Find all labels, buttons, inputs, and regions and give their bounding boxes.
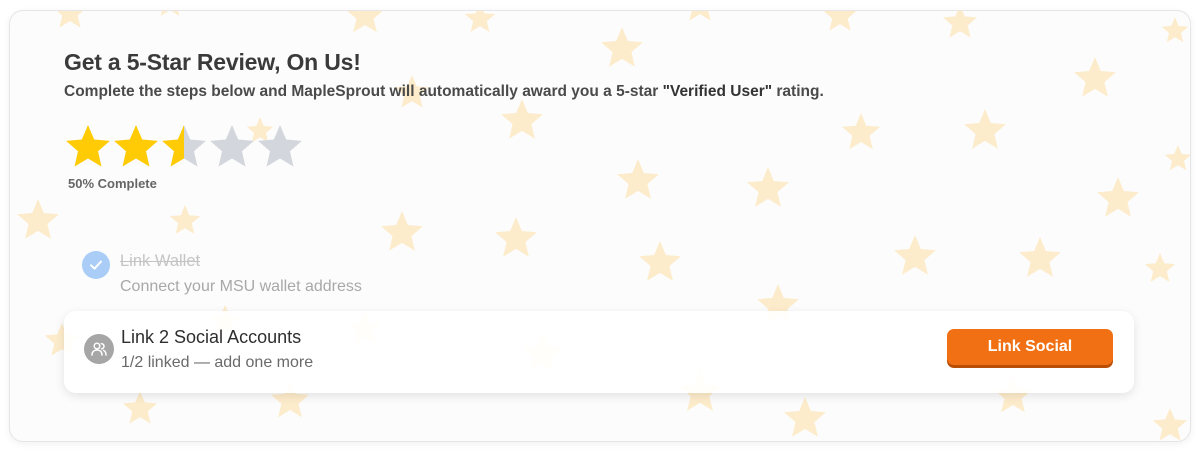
background-star-icon — [823, 11, 857, 31]
background-star-icon — [122, 391, 158, 424]
link-social-button[interactable]: Link Social — [947, 329, 1113, 365]
people-icon — [84, 334, 114, 364]
step-description: Connect your MSU wallet address — [120, 278, 362, 295]
subtitle-emphasis: "Verified User" — [662, 83, 773, 100]
subtitle-suffix: rating. — [772, 83, 824, 100]
background-star-icon — [17, 199, 59, 239]
step-title: Link Wallet — [120, 252, 201, 270]
background-star-icon — [1152, 408, 1188, 441]
star-empty-icon — [210, 125, 254, 167]
background-star-icon — [495, 217, 537, 257]
review-card: Get a 5-Star Review, On Us! Complete the… — [9, 10, 1191, 442]
check-icon — [82, 251, 110, 279]
star-filled-icon — [114, 125, 158, 167]
background-star-icon — [747, 167, 789, 207]
background-star-icon — [964, 109, 1006, 149]
background-star-icon — [1019, 237, 1061, 277]
background-star-icon — [639, 241, 681, 281]
step-title: Link 2 Social Accounts — [121, 327, 302, 347]
progress-label: 50% Complete — [68, 176, 157, 191]
background-star-icon — [169, 205, 201, 234]
background-star-icon — [842, 113, 880, 150]
star-rating — [64, 123, 314, 173]
subtitle: Complete the steps below and MapleSprout… — [64, 83, 824, 101]
step-description: 1/2 linked — add one more — [121, 354, 314, 371]
background-star-icon — [1144, 253, 1176, 282]
star-empty-icon — [258, 125, 302, 167]
subtitle-text: Complete the steps below and MapleSprout… — [64, 83, 663, 100]
background-star-icon — [347, 11, 383, 33]
background-star-icon — [942, 11, 978, 38]
star-filled-icon — [66, 125, 110, 167]
background-star-icon — [617, 159, 659, 199]
background-star-icon — [784, 397, 826, 437]
background-star-icon — [464, 11, 496, 32]
step-link-social-accounts: Link 2 Social Accounts 1/2 linked — add … — [64, 311, 1134, 393]
background-star-icon — [57, 11, 83, 28]
background-star-icon — [1161, 17, 1189, 43]
background-star-icon — [894, 235, 936, 275]
background-star-icon — [601, 27, 643, 67]
background-star-icon — [501, 99, 543, 139]
background-star-icon — [160, 11, 180, 16]
star-half-icon — [162, 125, 206, 167]
step-link-wallet: Link Wallet Connect your MSU wallet addr… — [82, 243, 482, 303]
background-star-icon — [1164, 145, 1190, 171]
background-star-icon — [1097, 177, 1139, 217]
background-star-icon — [689, 11, 711, 21]
background-star-icon — [1074, 57, 1116, 97]
page-title: Get a 5-Star Review, On Us! — [64, 49, 361, 75]
